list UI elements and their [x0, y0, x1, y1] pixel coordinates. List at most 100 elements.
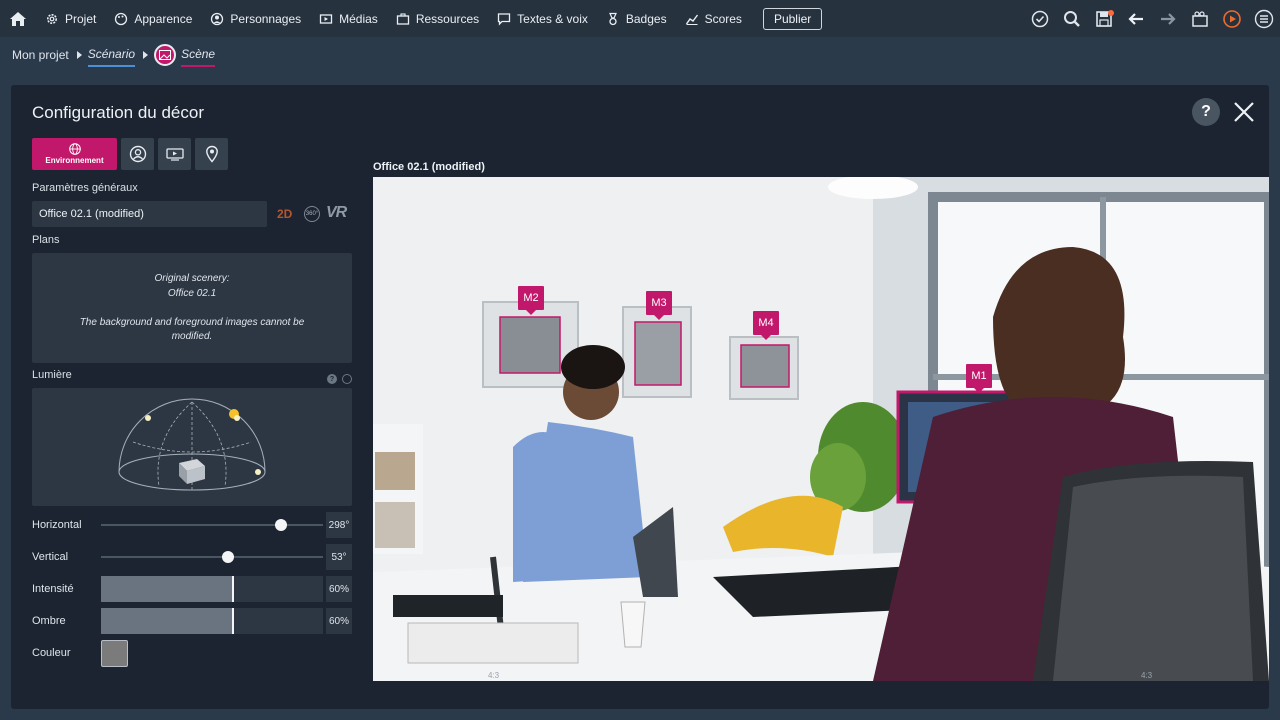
shadow-bar-fill — [101, 608, 235, 634]
shadow-bar[interactable] — [101, 608, 323, 634]
camera-button[interactable] — [1188, 7, 1212, 31]
color-row: Couleur — [32, 639, 352, 667]
nav-personnages[interactable]: Personnages — [201, 0, 310, 37]
nav-medias-label: Médias — [339, 11, 378, 26]
nav-scores[interactable]: Scores — [676, 0, 751, 37]
shadow-label: Ombre — [32, 615, 66, 627]
gear-icon — [47, 13, 57, 24]
palette-icon — [115, 12, 128, 25]
nav-textes-voix-label: Textes & voix — [517, 11, 588, 26]
breadcrumb-separator-icon — [143, 51, 149, 59]
save-button[interactable] — [1092, 7, 1116, 31]
home-icon — [10, 11, 26, 26]
media-tab-icon — [165, 148, 184, 161]
nav-apparence-label: Apparence — [134, 11, 193, 26]
nav-personnages-label: Personnages — [230, 11, 302, 26]
intensity-value[interactable]: 60% — [326, 576, 352, 602]
location-tab-icon — [205, 145, 218, 163]
marker-m2[interactable]: M2 — [518, 286, 544, 315]
unsaved-dot — [1108, 9, 1114, 16]
nav-textes-voix[interactable]: Textes & voix — [488, 0, 597, 37]
breadcrumb-scene[interactable]: Scène — [181, 43, 216, 67]
main-menu-button[interactable] — [1252, 7, 1276, 31]
intensity-bar[interactable] — [101, 576, 323, 602]
nav-ressources-label: Ressources — [415, 11, 480, 26]
breadcrumb-project[interactable]: Mon projet — [12, 43, 69, 67]
forward-arrow-icon — [1161, 12, 1176, 25]
shadow-row: Ombre 60% — [32, 608, 352, 634]
search-icon — [1064, 10, 1080, 27]
mode-360-button[interactable]: 360° — [304, 206, 320, 222]
ratio-guide-left: 4:3 — [488, 671, 500, 680]
scene-viewport[interactable]: M2 M3 M4 M1 4:3 4:3 — [373, 177, 1269, 681]
media-icon — [319, 13, 333, 24]
undo-button[interactable] — [1124, 7, 1148, 31]
light-color-swatch[interactable] — [101, 639, 128, 667]
nav-ressources[interactable]: Ressources — [387, 0, 488, 37]
nav-apparence[interactable]: Apparence — [105, 0, 201, 37]
tab-characters[interactable] — [121, 138, 154, 170]
vertical-slider-knob[interactable] — [221, 551, 234, 563]
toolbar-right — [1028, 0, 1276, 37]
nav-projet-label: Projet — [65, 11, 97, 26]
nav-badges[interactable]: Badges — [597, 0, 676, 37]
plans-line-1: Original scenery: — [154, 273, 230, 284]
plans-line-2: Office 02.1 — [167, 287, 217, 299]
light-dome-diagram — [118, 398, 266, 491]
plans-info-box: Original scenery: Office 02.1 The backgr… — [32, 253, 352, 363]
breadcrumb-scenario[interactable]: Scénario — [87, 43, 136, 67]
nav-projet[interactable]: Projet — [36, 0, 105, 37]
nav-medias[interactable]: Médias — [310, 0, 387, 37]
publish-button[interactable]: Publier — [762, 7, 823, 30]
light-help-icon[interactable]: ? — [327, 374, 337, 384]
check-icon — [1031, 10, 1049, 27]
validate-button[interactable] — [1028, 7, 1052, 31]
light-label: Lumière — [32, 369, 72, 381]
play-button[interactable] — [1220, 7, 1244, 31]
horizontal-value[interactable]: 298° — [326, 512, 352, 538]
redo-button[interactable] — [1156, 7, 1180, 31]
horizontal-slider-knob[interactable] — [274, 519, 287, 531]
intensity-bar-fill — [101, 576, 235, 602]
color-label: Couleur — [32, 647, 71, 659]
light-reset-icon[interactable] — [342, 374, 352, 384]
menu-icon — [1254, 9, 1274, 28]
vertical-slider[interactable] — [101, 551, 323, 563]
help-button[interactable]: ? — [1192, 98, 1220, 126]
badge-icon — [608, 12, 617, 25]
mode-2d-button[interactable]: 2D — [277, 207, 292, 221]
scenery-name-field[interactable]: Office 02.1 (modified) — [32, 201, 267, 227]
marker-m3[interactable]: M3 — [646, 291, 672, 320]
tab-media[interactable] — [158, 138, 191, 170]
nav-scores-label: Scores — [704, 11, 742, 26]
tab-location[interactable] — [195, 138, 228, 170]
breadcrumb-separator-icon — [76, 51, 82, 59]
home-button[interactable] — [0, 0, 36, 37]
plans-line-3: The background and foreground images can… — [79, 316, 305, 343]
horizontal-row: Horizontal 298° — [32, 512, 352, 538]
panel-title: Configuration du décor — [32, 103, 205, 122]
close-icon — [1234, 102, 1254, 122]
breadcrumb: Mon projet Scénario Scène — [12, 42, 216, 68]
viewport-title: Office 02.1 (modified) — [373, 161, 485, 173]
vertical-value[interactable]: 53° — [326, 544, 352, 570]
mode-vr-button[interactable]: VR — [326, 204, 347, 222]
horizontal-slider[interactable] — [101, 519, 323, 531]
panel-tabs: Environnement — [32, 138, 228, 170]
close-button[interactable] — [1230, 98, 1258, 126]
tab-environnement-label: Environnement — [45, 156, 104, 165]
intensity-row: Intensité 60% — [32, 576, 352, 602]
play-icon — [1223, 9, 1241, 28]
marker-m1[interactable]: M1 — [966, 364, 992, 393]
camera-icon — [1192, 10, 1208, 27]
tab-environnement[interactable]: Environnement — [32, 138, 117, 170]
general-settings-label: Paramètres généraux — [32, 182, 138, 194]
light-preview[interactable] — [32, 388, 352, 506]
horizontal-label: Horizontal — [32, 519, 82, 531]
marker-m4[interactable]: M4 — [753, 311, 779, 340]
shadow-value[interactable]: 60% — [326, 608, 352, 634]
vertical-row: Vertical 53° — [32, 544, 352, 570]
intensity-label: Intensité — [32, 583, 74, 595]
top-navigation-bar: Projet Apparence Personnages Médias Ress… — [0, 0, 1280, 37]
search-button[interactable] — [1060, 7, 1084, 31]
